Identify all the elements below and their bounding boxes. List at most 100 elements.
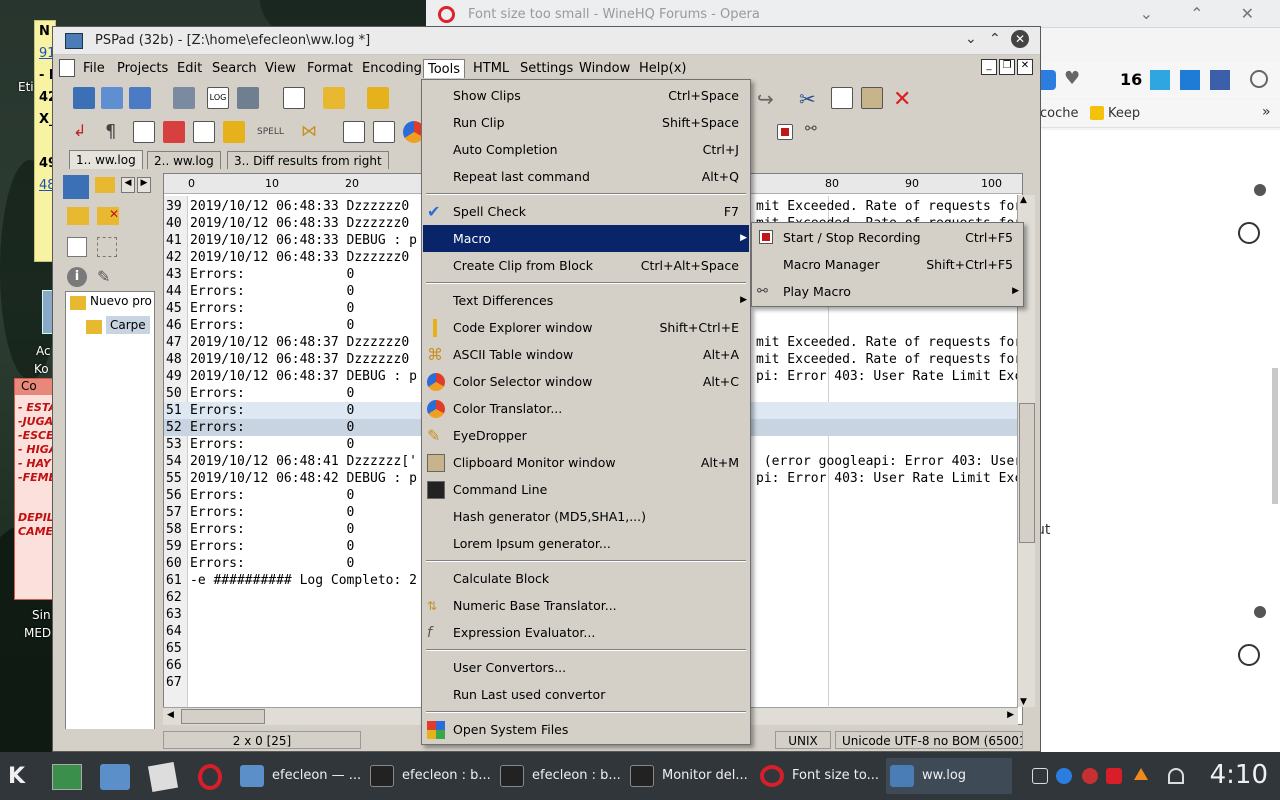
record-icon[interactable] (777, 124, 793, 140)
tools-menu-item-create-clip-from-block[interactable]: Create Clip from Block Ctrl+Alt+Space (423, 252, 749, 279)
task-efecleon-3[interactable]: efecleon : b... (496, 758, 622, 794)
tools-menu-item-code-explorer-window[interactable]: Code Explorer window Shift+Ctrl+E (423, 314, 749, 341)
notification-icon[interactable] (1134, 768, 1148, 780)
tools-menu-item-user-convertors[interactable]: User Convertors... (423, 654, 749, 681)
tools-icon[interactable]: ✎ (97, 267, 119, 289)
menu-tools[interactable]: Tools (423, 59, 466, 78)
macro-manager[interactable]: Macro Manager Shift+Ctrl+F5 (753, 251, 1023, 278)
menu-file[interactable]: File (79, 59, 109, 78)
notes-icon[interactable] (147, 761, 179, 793)
opera-window-controls[interactable]: ⌄ ⌃ ✕ (1140, 4, 1270, 23)
line-numbers-icon[interactable] (193, 121, 215, 143)
cut-icon[interactable]: ✂ (799, 87, 821, 111)
menu-format[interactable]: Format (303, 59, 357, 78)
open-project-icon[interactable] (101, 87, 123, 109)
list-icon[interactable] (373, 121, 395, 143)
tools-menu-item-calculate-block[interactable]: Calculate Block (423, 565, 749, 592)
kde-launcher-icon[interactable]: K (8, 764, 25, 789)
task-efecleon-1[interactable]: efecleon — ... (236, 758, 362, 794)
pilcrow-icon[interactable]: ¶ (105, 121, 127, 143)
tools-menu-item-lorem-ipsum-generator[interactable]: Lorem Ipsum generator... (423, 530, 749, 557)
task-opera[interactable]: Font size to... (756, 758, 882, 794)
lock-icon[interactable] (223, 121, 245, 143)
task-efecleon-2[interactable]: efecleon : b... (366, 758, 492, 794)
minimize-button[interactable]: ⌄ (965, 31, 977, 47)
user-avatar-icon[interactable] (1238, 644, 1260, 666)
tools-menu-item-color-translator[interactable]: Color Translator... (423, 395, 749, 422)
menu-settings[interactable]: Settings (516, 59, 577, 78)
tools-menu-item-text-differences[interactable]: Text Differences ▶ (423, 287, 749, 314)
file-manager-icon[interactable] (100, 764, 130, 790)
paste-icon[interactable] (861, 87, 883, 109)
new-file-icon[interactable] (283, 87, 305, 109)
open-file-icon[interactable] (323, 87, 345, 109)
maximize-button[interactable]: ⌃ (989, 31, 1001, 47)
tools-menu-item-auto-completion[interactable]: Auto Completion Ctrl+J (423, 136, 749, 163)
glasses-icon[interactable]: ⚯ (805, 121, 827, 143)
menu-search[interactable]: Search (208, 59, 261, 78)
mdi-restore-button[interactable]: ❐ (999, 59, 1015, 75)
close-button[interactable]: ✕ (1011, 30, 1029, 48)
download-icon[interactable] (1250, 70, 1268, 88)
clock[interactable]: 4:10 (1210, 760, 1268, 790)
scroll-left-icon[interactable]: ◀ (167, 710, 174, 720)
extension-icon[interactable] (1180, 70, 1200, 90)
scroll-right-icon[interactable]: ▶ (1007, 710, 1014, 720)
add-folder-icon[interactable] (67, 207, 89, 225)
tools-menu-item-numeric-base-translator[interactable]: ⇅ Numeric Base Translator... (423, 592, 749, 619)
more-bookmarks-icon[interactable]: » (1262, 104, 1271, 120)
collapse-icon[interactable] (1254, 184, 1266, 196)
log-icon[interactable]: LOG (207, 87, 229, 109)
network-icon[interactable] (1168, 768, 1184, 784)
file-encoding[interactable]: Unicode UTF-8 no BOM (65001 (835, 731, 1023, 749)
battery-icon[interactable] (1032, 768, 1048, 784)
tools-menu-item-clipboard-monitor-window[interactable]: Clipboard Monitor window Alt+M (423, 449, 749, 476)
tab-ww-log-1[interactable]: 1.. ww.log (69, 150, 143, 169)
tools-menu-item-expression-evaluator[interactable]: f Expression Evaluator... (423, 619, 749, 646)
collapse-icon[interactable] (1254, 606, 1266, 618)
redo-icon[interactable]: ↪ (757, 87, 779, 111)
system-monitor-icon[interactable] (52, 764, 82, 790)
scroll-down-icon[interactable]: ▼ (1020, 697, 1027, 707)
tools-menu-item-repeat-last-command[interactable]: Repeat last command Alt+Q (423, 163, 749, 190)
media-icon[interactable] (1056, 768, 1072, 784)
settings-icon[interactable] (237, 87, 259, 109)
compile-icon[interactable] (173, 87, 195, 109)
cpp-icon[interactable] (163, 121, 185, 143)
scroll-thumb[interactable] (1019, 403, 1035, 543)
folder-tab-icon[interactable] (95, 177, 115, 193)
save-file-icon[interactable] (367, 87, 389, 109)
tools-menu-item-spell-check[interactable]: ✔ Spell Check F7 (423, 198, 749, 225)
menu-encoding[interactable]: Encoding (358, 59, 426, 78)
tools-menu-item-run-clip[interactable]: Run Clip Shift+Space (423, 109, 749, 136)
tools-menu-item-color-selector-window[interactable]: Color Selector window Alt+C (423, 368, 749, 395)
scroll-thumb[interactable] (181, 709, 265, 724)
heart-icon[interactable]: ♥ (1064, 68, 1080, 89)
tree-item-folder[interactable]: Carpe (106, 316, 150, 334)
tools-menu-item-open-system-files[interactable]: Open System Files (423, 716, 749, 743)
mdi-minimize-button[interactable]: _ (981, 59, 997, 75)
outdent-icon[interactable] (343, 121, 365, 143)
line-ending[interactable]: UNIX (775, 731, 831, 749)
tab-ww-log-2[interactable]: 2.. ww.log (147, 151, 221, 169)
remove-file-icon[interactable] (97, 237, 117, 257)
tools-menu-item-run-last-used-convertor[interactable]: Run Last used convertor (423, 681, 749, 708)
bookmark-toggle-icon[interactable]: ⋈ (301, 121, 323, 143)
tab-diff-results[interactable]: 3.. Diff results from right (227, 151, 389, 169)
tools-menu-item-show-clips[interactable]: Show Clips Ctrl+Space (423, 82, 749, 109)
indent-icon[interactable]: ↲ (73, 121, 95, 143)
menu-edit[interactable]: Edit (173, 59, 206, 78)
macro-start-stop-recording[interactable]: Start / Stop Recording Ctrl+F5 (753, 224, 1023, 251)
reminder-window[interactable]: Co - ESTA -JUGA -ESCE - HIGA - HAY -FEME… (14, 378, 54, 600)
opera-titlebar[interactable]: Font size too small - WineHQ Forums - Op… (426, 0, 1280, 28)
scroll-left-icon[interactable]: ◀ (121, 177, 135, 193)
macro-play[interactable]: ⚯ Play Macro ▶ (753, 278, 1023, 305)
menu-projects[interactable]: Projects (113, 59, 172, 78)
copy-icon[interactable] (831, 87, 853, 109)
alarm-icon[interactable] (1082, 768, 1098, 784)
opera-launcher-icon[interactable] (198, 764, 222, 790)
mdi-close-button[interactable]: ✕ (1017, 59, 1033, 75)
extension-icon[interactable] (1150, 70, 1170, 90)
menu-help[interactable]: Help(x) (635, 59, 690, 78)
text-block-icon[interactable] (133, 121, 155, 143)
